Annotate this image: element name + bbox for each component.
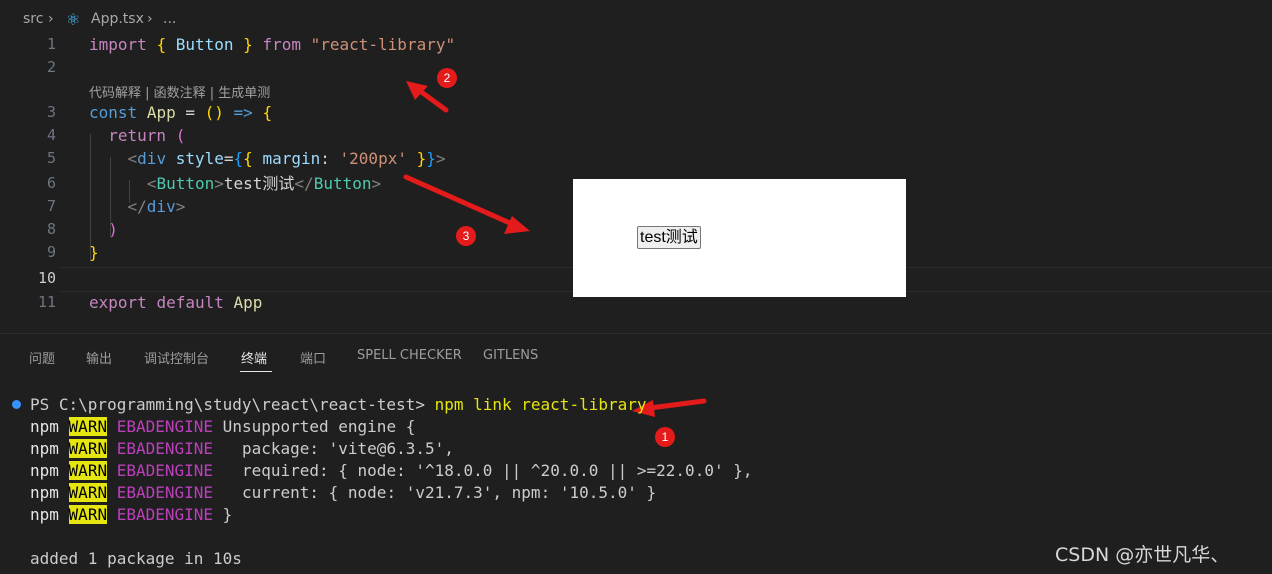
terminal-line: npm WARN EBADENGINE } — [30, 505, 233, 524]
terminal-result-line: added 1 package in 10s — [30, 549, 242, 568]
tab-debug-console[interactable]: 调试控制台 — [144, 348, 209, 367]
tab-problems[interactable]: 问题 — [29, 348, 55, 367]
annotation-badge-1: 1 — [655, 427, 675, 447]
tab-gitlens[interactable]: GITLENS — [483, 348, 538, 363]
watermark: CSDN @亦世凡华、 — [1055, 544, 1230, 566]
panel-tabs: 问题 输出 调试控制台 终端 端口 SPELL CHECKER GITLENS — [0, 334, 1272, 380]
annotation-badge-2: 2 — [437, 68, 457, 88]
tab-terminal[interactable]: 终端 — [241, 348, 267, 367]
terminal-command-line: PS C:\programming\study\react\react-test… — [30, 395, 647, 414]
annotation-badge-3: 3 — [456, 226, 476, 246]
tab-output[interactable]: 输出 — [86, 348, 112, 367]
tab-spell-checker[interactable]: SPELL CHECKER — [357, 348, 462, 363]
active-tab-indicator — [240, 371, 272, 372]
terminal-line: npm WARN EBADENGINE required: { node: '^… — [30, 461, 753, 480]
tab-ports[interactable]: 端口 — [300, 348, 326, 367]
terminal-line: npm WARN EBADENGINE current: { node: 'v2… — [30, 483, 657, 502]
command-decoration-icon — [12, 400, 21, 409]
terminal-line: npm WARN EBADENGINE package: 'vite@6.3.5… — [30, 439, 454, 458]
terminal-line: npm WARN EBADENGINE Unsupported engine { — [30, 417, 416, 436]
